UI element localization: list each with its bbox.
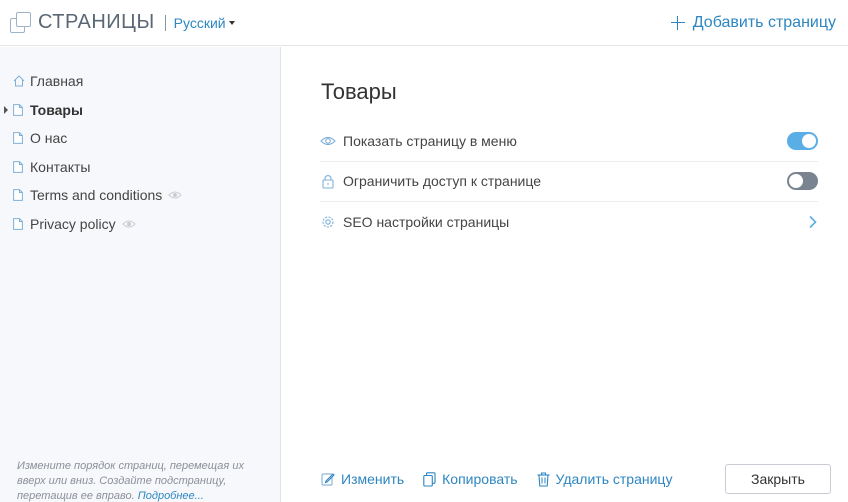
setting-row[interactable]: SEO настройки страницы <box>320 202 818 243</box>
sidebar-item-label: О нас <box>30 130 68 147</box>
sidebar: Главная Товары О нас Контакты Terms and cond… <box>0 47 281 502</box>
setting-row: Показать страницу в меню <box>320 121 818 162</box>
setting-row: Ограничить доступ к странице <box>320 162 818 202</box>
plus-icon <box>670 15 685 30</box>
document-icon <box>13 217 23 230</box>
page-actions: Изменить Копировать Удалить страницу <box>321 465 691 493</box>
sidebar-item[interactable]: Контакты <box>0 153 280 182</box>
sidebar-item[interactable]: О нас <box>0 124 280 153</box>
chevron-right-icon <box>809 216 817 229</box>
hint-text: Измените порядок страниц, перемещая их в… <box>17 460 244 502</box>
delete-page-button[interactable]: Удалить страницу <box>537 471 673 487</box>
pencil-icon <box>321 473 335 486</box>
setting-toggle[interactable] <box>787 131 818 150</box>
pages-manager: СТРАНИЦЫ Русский Добавить страницу Главн… <box>0 0 848 502</box>
current-page-marker <box>4 105 8 114</box>
copy-label: Копировать <box>442 471 518 487</box>
sidebar-item[interactable]: Товары <box>0 96 280 125</box>
setting-label: SEO настройки страницы <box>343 214 510 231</box>
add-page-label: Добавить страницу <box>692 13 836 31</box>
main-panel: Товары Показать страницу в меню Ограничит… <box>282 47 848 502</box>
home-icon <box>13 75 25 87</box>
language-selector[interactable]: Русский <box>174 15 235 31</box>
setting-label: Показать страницу в меню <box>343 132 517 149</box>
more-link[interactable]: Подробнее... <box>138 490 204 502</box>
sidebar-item-label: Privacy policy <box>30 215 116 232</box>
trash-icon <box>537 471 550 487</box>
reorder-hint: Измените порядок страниц, перемещая их в… <box>17 459 267 502</box>
sidebar-item[interactable]: Terms and conditions <box>0 181 280 210</box>
lock-icon <box>322 175 334 189</box>
page-title: Товары <box>321 79 397 104</box>
hidden-eye-icon <box>121 220 136 228</box>
sidebar-item-label: Главная <box>30 73 84 90</box>
header: СТРАНИЦЫ Русский Добавить страницу <box>0 0 848 46</box>
copy-icon <box>423 471 436 487</box>
eye-icon <box>320 136 336 145</box>
pages-icon <box>10 11 32 34</box>
sidebar-item-label: Terms and conditions <box>30 187 163 204</box>
language-label: Русский <box>173 14 226 31</box>
setting-label: Ограничить доступ к странице <box>343 173 542 190</box>
edit-button[interactable]: Изменить <box>321 471 404 487</box>
toggle-knob <box>789 174 803 189</box>
toggle-knob <box>802 133 816 148</box>
edit-label: Изменить <box>341 471 405 487</box>
header-divider <box>164 14 166 31</box>
document-icon <box>13 189 23 202</box>
page-settings: Показать страницу в меню Ограничить досту… <box>320 121 818 243</box>
close-button[interactable]: Закрыть <box>725 464 831 494</box>
document-icon <box>13 103 23 116</box>
delete-page-label: Удалить страницу <box>555 471 673 487</box>
sidebar-item-label: Контакты <box>30 158 91 175</box>
sidebar-item[interactable]: Главная <box>0 67 280 96</box>
caret-down-icon <box>228 20 235 25</box>
hidden-eye-icon <box>168 191 183 199</box>
add-page-button[interactable]: Добавить страницу <box>670 13 836 32</box>
sidebar-item[interactable]: Privacy policy <box>0 210 280 239</box>
setting-toggle[interactable] <box>787 172 818 191</box>
gear-icon <box>322 216 334 228</box>
document-icon <box>13 160 23 173</box>
document-icon <box>13 132 23 145</box>
copy-button[interactable]: Копировать <box>423 471 518 487</box>
sidebar-item-label: Товары <box>30 101 83 118</box>
page-list: Главная Товары О нас Контакты Terms and cond… <box>0 47 280 238</box>
app-title: СТРАНИЦЫ <box>38 11 155 33</box>
